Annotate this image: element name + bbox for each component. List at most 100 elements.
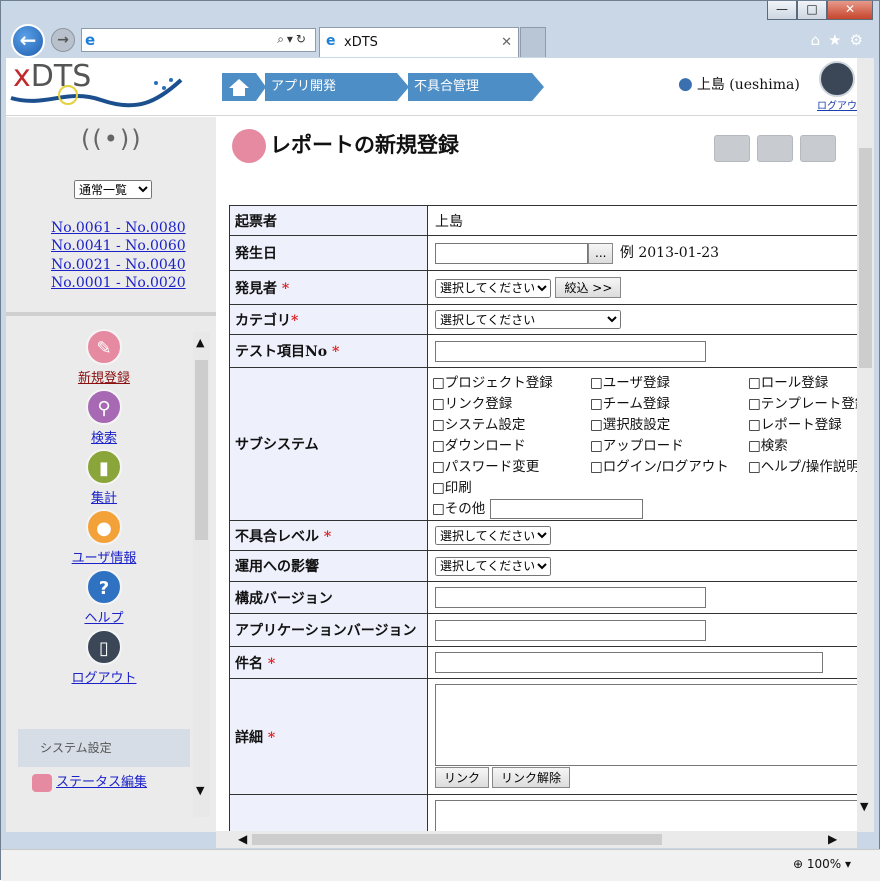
menu-new-report[interactable]: ✎ 新規登録 [66,329,142,386]
scroll-right-icon[interactable]: ▶ [828,832,837,846]
checkbox-option-settings[interactable]: □選択肢設定 [590,413,748,433]
sidebar: ((•)) 通常一覧 No.0061 - No.0080 No.0041 - N… [6,117,216,832]
browser-toolbar: ← → e ⌕▾↻ e xDTS ✕ ⌂★⚙ [1,23,880,58]
category-select[interactable]: 選択してください [435,310,621,329]
row-impact: 運用への影響 選択してください [229,550,857,582]
checkbox-other[interactable]: □その他 [432,501,485,517]
row-config-version: 構成バージョン [229,581,857,614]
range-link-0041[interactable]: No.0041 - No.0060 [51,238,186,254]
finder-label: 発見者 * [229,270,428,305]
favorites-star-icon[interactable]: ★ [828,31,849,49]
bar-chart-view-button[interactable] [714,135,750,162]
area-chart-view-button[interactable] [800,135,836,162]
menu-help-label[interactable]: ヘルプ [84,611,123,626]
maximize-button[interactable]: □ [797,1,827,20]
checkbox-login-logout[interactable]: □ログイン/ログアウト [590,455,748,475]
config-version-cell [427,581,857,614]
help-icon: ? [86,569,122,605]
browser-tab[interactable]: e xDTS ✕ [319,27,519,57]
home-icon[interactable]: ⌂ [811,31,829,49]
menu-search[interactable]: ⚲ 検索 [66,389,142,446]
address-tools[interactable]: ⌕▾↻ [277,32,309,47]
breadcrumb-app-dev[interactable]: アプリ開発 [265,73,409,101]
scroll-left-icon[interactable]: ◀ [238,832,247,846]
checkbox-link-register[interactable]: □リンク登録 [432,392,590,412]
finder-select[interactable]: 選択してください [435,278,551,298]
sidebar-scroll-thumb[interactable] [195,360,208,540]
subject-input[interactable] [435,652,823,673]
checkbox-system-settings[interactable]: □システム設定 [432,413,590,433]
required-mark: * [332,344,340,360]
close-window-button[interactable]: ✕ [827,1,873,20]
app-version-input[interactable] [435,619,706,641]
back-button[interactable]: ← [11,24,45,58]
range-link-0021[interactable]: No.0021 - No.0040 [51,257,186,273]
menu-logout-label[interactable]: ログアウト [71,671,136,686]
checkbox-role-register[interactable]: □ロール登録 [748,371,857,391]
new-tab-button[interactable] [520,27,546,57]
scroll-up-icon[interactable]: ▲ [196,336,204,349]
browser-icons: ⌂★⚙ [811,31,871,49]
detail-label: 詳細 * [229,678,428,795]
menu-search-label[interactable]: 検索 [91,431,117,446]
checkbox-team-register[interactable]: □チーム登録 [590,392,748,412]
menu-user-info[interactable]: ● ユーザ情報 [66,509,142,566]
menu-help[interactable]: ? ヘルプ [66,569,142,626]
status-edit-item[interactable]: ステータス編集 [32,771,147,792]
testno-input[interactable] [435,340,706,362]
scroll-down-icon[interactable]: ▼ [860,800,868,813]
breadcrumb-defect-mgmt[interactable]: 不具合管理 [408,73,544,101]
checkbox-report-register[interactable]: □レポート登録 [748,413,857,433]
date-picker-button[interactable]: ... [588,242,614,264]
level-select[interactable]: 選択してください [435,526,551,545]
page-vertical-scrollbar[interactable]: ▼ [857,58,874,832]
view-select[interactable]: 通常一覧 [74,180,152,199]
date-input[interactable] [435,242,588,264]
menu-user-info-label[interactable]: ユーザ情報 [72,551,137,566]
range-link-0061[interactable]: No.0061 - No.0080 [51,220,186,236]
page-vscroll-thumb[interactable] [859,148,872,368]
page-horizontal-scrollbar[interactable]: ◀ ▶ [216,831,857,848]
checkbox-help[interactable]: □ヘルプ/操作説明 [748,455,857,475]
scroll-down-icon[interactable]: ▼ [196,784,204,797]
subsystem-label: サブシステム [229,367,428,521]
impact-select[interactable]: 選択してください [435,556,551,576]
checkbox-upload[interactable]: □アップロード [590,434,748,454]
menu-aggregate-label[interactable]: 集計 [91,491,117,506]
checkbox-project-register[interactable]: □プロジェクト登録 [432,371,590,391]
subsystem-other-input[interactable] [489,499,643,519]
line-chart-view-button[interactable] [757,135,793,162]
minimize-button[interactable]: — [767,1,797,20]
logout-icon [819,61,855,97]
checkbox-password-change[interactable]: □パスワード変更 [432,455,590,475]
unlink-button[interactable]: リンク解除 [492,767,571,788]
menu-logout[interactable]: ▯ ログアウト [66,629,142,686]
checkbox-user-register[interactable]: □ユーザ登録 [590,371,748,391]
row-subject: 件名 * [229,646,857,679]
home-icon [229,79,249,96]
sidebar-scrollbar[interactable]: ▲ ▼ [193,332,210,817]
settings-gear-icon[interactable]: ⚙ [850,31,871,49]
extra-textarea[interactable] [435,800,857,832]
address-bar[interactable]: e ⌕▾↻ [81,28,316,52]
finder-filter-button[interactable]: 絞込 >> [555,277,622,298]
menu-aggregate[interactable]: ▮ 集計 [66,449,142,506]
xdts-logo[interactable]: xDTS [6,58,186,116]
link-button[interactable]: リンク [435,767,490,788]
checkbox-search[interactable]: □検索 [748,434,857,454]
checkbox-print[interactable]: □印刷 [432,476,590,496]
close-tab-icon[interactable]: ✕ [501,35,512,50]
status-edit-link[interactable]: ステータス編集 [56,775,147,790]
breadcrumb-home[interactable] [222,73,266,101]
checkbox-template-register[interactable]: □テンプレート登録 [748,392,857,412]
browser-window: — □ ✕ ← → e ⌕▾↻ e xDTS ✕ ⌂★⚙ xDTS アプリ開発 … [0,0,880,881]
detail-textarea[interactable] [435,684,857,766]
zoom-control[interactable]: ⊕ 100% ▾ [793,857,851,871]
subject-label: 件名 * [229,646,428,679]
range-link-0001[interactable]: No.0001 - No.0020 [51,275,186,291]
checkbox-download[interactable]: □ダウンロード [432,434,590,454]
page-hscroll-thumb[interactable] [252,834,662,845]
menu-new-report-label[interactable]: 新規登録 [78,371,130,386]
config-version-input[interactable] [435,587,706,608]
forward-button[interactable]: → [51,28,75,52]
